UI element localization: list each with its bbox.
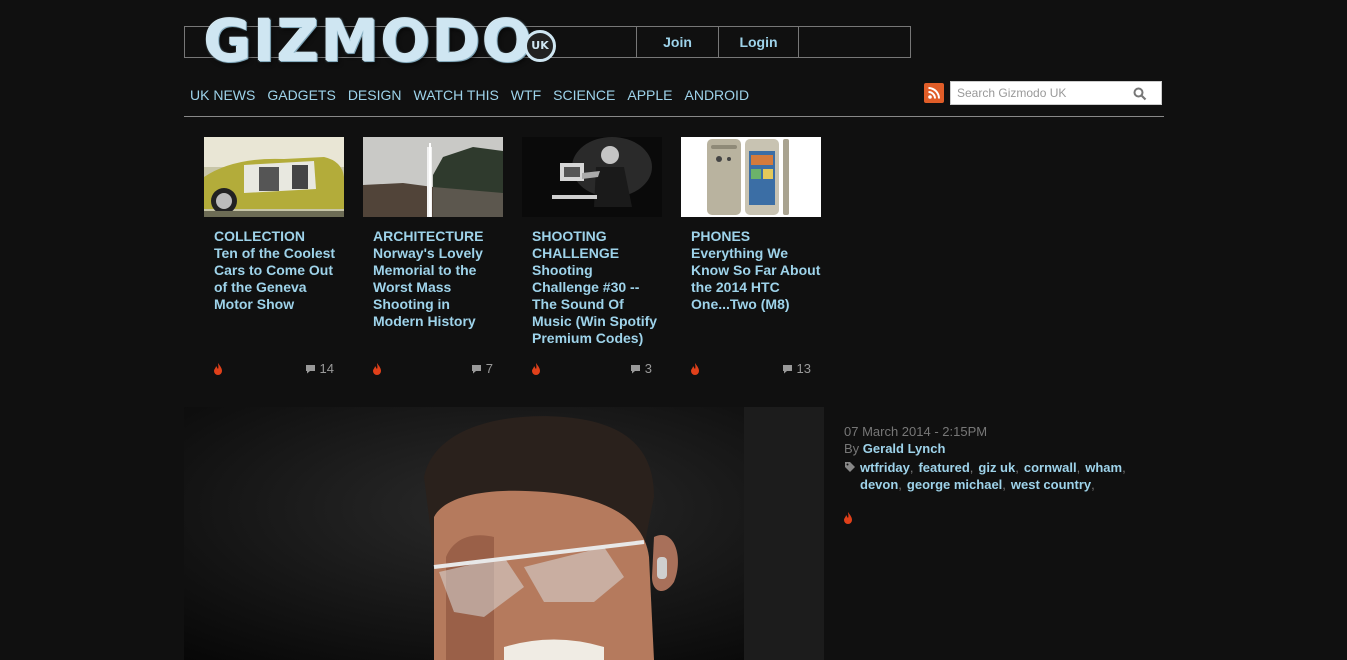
article-hero-image[interactable] [184, 407, 824, 660]
card-category[interactable]: COLLECTION [214, 228, 344, 245]
comment-count-value: 13 [796, 361, 811, 376]
nav-item-wtf[interactable]: WTF [511, 86, 541, 104]
comment-bubble-icon [782, 364, 792, 373]
tag-list: wtfriday, featured, giz uk, cornwall, wham, … [844, 459, 1154, 493]
featured-thumbnail-memorial[interactable] [363, 137, 503, 217]
search-icon[interactable] [1133, 87, 1147, 101]
rss-icon[interactable] [924, 83, 944, 103]
join-button[interactable]: Join [636, 26, 718, 58]
login-button[interactable]: Login [718, 26, 799, 58]
header-divider [184, 116, 1164, 117]
featured-card: ARCHITECTURE Norway's Lovely Memorial to… [363, 137, 503, 387]
author-link[interactable]: Gerald Lynch [863, 441, 946, 456]
nav-item-apple[interactable]: APPLE [627, 86, 672, 104]
nav-item-design[interactable]: DESIGN [348, 86, 402, 104]
flame-icon [691, 363, 699, 375]
card-category[interactable]: SHOOTING CHALLENGE [532, 228, 662, 262]
by-label: By [844, 441, 860, 456]
flame-icon [532, 363, 540, 375]
featured-thumbnail-phone[interactable] [681, 137, 821, 217]
nav-item-uk-news[interactable]: UK NEWS [190, 86, 255, 104]
tag-link[interactable]: wham [1085, 460, 1122, 475]
comment-bubble-icon [305, 364, 315, 373]
comment-count[interactable]: 7 [471, 361, 493, 376]
tag-link[interactable]: devon [860, 477, 898, 492]
nav-item-gadgets[interactable]: GADGETS [267, 86, 335, 104]
card-title[interactable]: Everything We Know So Far About the 2014… [691, 245, 821, 313]
logo-uk-badge: UK [524, 30, 556, 62]
gizmodo-logo[interactable]: GIZMODO [204, 10, 534, 72]
flame-icon [844, 512, 852, 524]
comment-count[interactable]: 3 [630, 361, 652, 376]
featured-strip: COLLECTION Ten of the Coolest Cars to Co… [204, 137, 840, 387]
article-date: 07 March 2014 - 2:15PM [844, 424, 988, 439]
tag-link[interactable]: cornwall [1024, 460, 1077, 475]
comment-count-value: 7 [485, 361, 493, 376]
tag-link[interactable]: west country [1011, 477, 1091, 492]
card-title[interactable]: Shooting Challenge #30 -- The Sound Of M… [532, 262, 662, 347]
card-category[interactable]: ARCHITECTURE [373, 228, 503, 245]
comment-count-value: 3 [644, 361, 652, 376]
card-title[interactable]: Ten of the Coolest Cars to Come Out of t… [214, 245, 344, 313]
tag-link[interactable]: george michael [907, 477, 1002, 492]
nav-item-android[interactable]: ANDROID [685, 86, 750, 104]
search-box [950, 81, 1162, 105]
featured-card: PHONES Everything We Know So Far About t… [681, 137, 821, 387]
page: GIZMODO UK Join Login UK NEWS GADGETS DE… [184, 0, 1164, 660]
comment-count[interactable]: 14 [305, 361, 334, 376]
flame-icon [214, 363, 222, 375]
featured-thumbnail-car[interactable] [204, 137, 344, 217]
comment-bubble-icon [630, 364, 640, 373]
comment-bubble-icon [471, 364, 481, 373]
nav-item-science[interactable]: SCIENCE [553, 86, 615, 104]
featured-thumbnail-camera[interactable] [522, 137, 662, 217]
tag-link[interactable]: featured [918, 460, 969, 475]
featured-card: COLLECTION Ten of the Coolest Cars to Co… [204, 137, 344, 387]
nav-item-watch-this[interactable]: WATCH THIS [414, 86, 499, 104]
card-title[interactable]: Norway's Lovely Memorial to the Worst Ma… [373, 245, 503, 330]
flame-icon [373, 363, 381, 375]
comment-count[interactable]: 13 [782, 361, 811, 376]
tag-icon [845, 462, 855, 472]
main-nav: UK NEWS GADGETS DESIGN WATCH THIS WTF SC… [184, 86, 755, 104]
search-input[interactable] [951, 82, 1132, 104]
card-category[interactable]: PHONES [691, 228, 821, 245]
comment-count-value: 14 [319, 361, 334, 376]
tag-link[interactable]: wtfriday [860, 460, 910, 475]
tag-link[interactable]: giz uk [978, 460, 1015, 475]
featured-card: SHOOTING CHALLENGE Shooting Challenge #3… [522, 137, 662, 387]
article-byline: By Gerald Lynch [844, 441, 1154, 457]
article-meta: 07 March 2014 - 2:15PM By Gerald Lynch w… [844, 424, 1154, 493]
